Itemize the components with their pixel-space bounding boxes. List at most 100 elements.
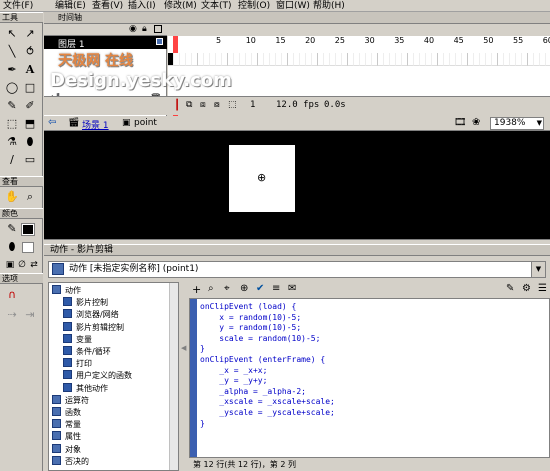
outline-icon[interactable] (154, 25, 162, 33)
menu-edit[interactable]: 编辑(E) (55, 0, 86, 12)
fill-color-swatch[interactable] (22, 242, 34, 253)
code-line: _y = _y+y; (200, 376, 268, 386)
modify-onion-markers-icon[interactable]: ⬚ (228, 100, 237, 110)
fill-color-icon[interactable]: ⬮ (4, 239, 20, 255)
ink-bottle-tool-icon[interactable]: ⚗ (4, 134, 20, 150)
onion-outline-icon[interactable]: ⧈ (200, 100, 206, 110)
stroke-color-icon[interactable]: ✎ (4, 221, 20, 237)
zoom-chevron-down-icon[interactable]: ▼ (537, 118, 542, 129)
menu-text[interactable]: 文本(T) (201, 0, 232, 12)
eyedropper-tool-icon[interactable]: ∕ (4, 152, 20, 168)
tree-item[interactable]: 对象 (52, 443, 81, 455)
view-options-icon[interactable]: ☰ (538, 283, 547, 294)
frame-cell[interactable] (546, 53, 550, 66)
replace-icon[interactable]: ⌖ (224, 283, 230, 294)
zoom-select[interactable]: 1938% ▼ (490, 117, 544, 130)
hand-tool-icon[interactable]: ✋ (4, 189, 20, 205)
code-line: } (200, 344, 205, 354)
reference-icon[interactable]: ⚙ (522, 283, 531, 294)
rectangle-tool-icon[interactable]: □ (22, 80, 38, 96)
tree-item[interactable]: 影片剪辑控制 (63, 321, 124, 333)
menu-view[interactable]: 查看(V) (92, 0, 123, 12)
book-icon (52, 419, 61, 429)
edit-multiple-frames-icon[interactable]: ⧇ (214, 100, 220, 110)
tree-item[interactable]: 变量 (63, 333, 92, 345)
line-tool-icon[interactable]: ╲ (4, 44, 20, 60)
tree-item[interactable]: 其他动作 (63, 382, 108, 394)
subselect-tool-icon[interactable]: ↗ (22, 26, 38, 42)
folder-book-icon (63, 321, 72, 331)
zoom-tool-icon[interactable]: ⌕ (22, 189, 38, 205)
scene-breadcrumb[interactable]: 场景 1 (82, 118, 109, 131)
pen-tool-icon[interactable]: ✒ (4, 62, 20, 78)
edit-scene-icon[interactable]: 🎞︎ (454, 117, 467, 128)
tree-item[interactable]: 常量 (52, 419, 81, 430)
tree-item[interactable]: 打印 (63, 358, 92, 369)
eye-icon[interactable]: ◉ (129, 24, 137, 34)
snap-magnet-icon[interactable]: ∩ (4, 287, 20, 303)
menu-window[interactable]: 窗口(W) (276, 0, 310, 12)
actions-target-select[interactable]: 动作 [未指定实例名称] (point1) ▼ (48, 261, 546, 278)
swap-colors-icon[interactable]: ⇄ (26, 257, 42, 273)
tree-item[interactable]: 用户定义的函数 (63, 370, 132, 381)
back-arrow-icon[interactable]: ⇦ (48, 117, 56, 128)
tree-item[interactable]: 条件/循环 (63, 346, 111, 357)
pencil-tool-icon[interactable]: ✎ (4, 98, 20, 114)
stage-canvas[interactable]: ⊕ (44, 131, 550, 239)
eraser-tool-icon[interactable]: ▭ (22, 152, 38, 168)
tree-item[interactable]: 运算符 (52, 394, 89, 406)
auto-format-icon[interactable]: ≡ (272, 283, 280, 294)
stage-white-area[interactable]: ⊕ (229, 145, 295, 212)
tree-item-label: 浏览器/网络 (76, 310, 119, 320)
tree-item[interactable]: 否决的 (52, 455, 89, 467)
oval-tool-icon[interactable]: ◯ (4, 80, 20, 96)
timeline-title[interactable]: 时间轴 (44, 12, 550, 24)
menu-insert[interactable]: 插入(I) (128, 0, 156, 12)
tree-item[interactable]: 浏览器/网络 (63, 309, 119, 320)
fill-transform-tool-icon[interactable]: ⬒ (22, 116, 38, 132)
add-statement-icon[interactable]: + (192, 283, 201, 296)
menu-help[interactable]: 帮助(H) (313, 0, 345, 12)
actions-toolbox-tree: 动作 影片控制浏览器/网络 影片剪辑控制 变量 条件/循环 打印 用户定义的函数其他动作 运算… (48, 282, 179, 471)
menu-modify[interactable]: 修改(M) (164, 0, 197, 12)
center-frame-icon[interactable]: ┃ (174, 100, 180, 111)
tree-item-label: 其他动作 (76, 383, 108, 393)
ruler-tick: 20 (305, 36, 316, 45)
paint-bucket-tool-icon[interactable]: ⬮ (22, 134, 38, 150)
target-chevron-down-icon[interactable]: ▼ (531, 262, 545, 277)
layer-row[interactable]: 图层 1 (44, 36, 167, 50)
tree-item[interactable]: 影片控制 (63, 297, 108, 308)
stroke-color-swatch[interactable] (21, 223, 35, 236)
smooth-option-icon[interactable]: ⇢ (4, 307, 20, 323)
actions-title-bar[interactable]: 动作 - 影片剪辑 (44, 244, 550, 256)
brush-tool-icon[interactable]: ✐ (22, 98, 38, 114)
ruler-tick: 40 (423, 36, 435, 45)
lock-icon[interactable]: 🔒︎ (142, 24, 147, 34)
debug-options-icon[interactable]: ✎ (506, 283, 514, 294)
code-hint-icon[interactable]: ✉ (288, 283, 296, 294)
tree-scrollbar[interactable] (169, 283, 178, 470)
collapse-toolbox-icon[interactable]: ◀ (181, 344, 186, 352)
find-icon[interactable]: ⌕ (208, 283, 214, 294)
onion-skin-icon[interactable]: ⧉ (186, 100, 192, 110)
arrow-tool-icon[interactable]: ↖ (4, 26, 20, 42)
script-editor[interactable]: onClipEvent (load) { x = random(10)-5; y… (189, 298, 550, 458)
menu-control[interactable]: 控制(O) (238, 0, 270, 12)
registration-point-icon[interactable]: ⊕ (257, 172, 266, 183)
tree-item[interactable]: 函数 (52, 407, 81, 418)
straighten-option-icon[interactable]: ⇥ (22, 307, 38, 323)
insert-target-path-icon[interactable]: ⊕ (240, 283, 248, 294)
free-transform-tool-icon[interactable]: ⬚ (4, 116, 20, 132)
menu-file[interactable]: 文件(F) (3, 0, 33, 12)
check-syntax-icon[interactable]: ✔ (256, 283, 264, 294)
tree-item[interactable]: 动作 (52, 285, 81, 296)
current-frame: 1 (250, 100, 256, 110)
text-tool-icon[interactable]: A (22, 62, 38, 78)
symbol-breadcrumb[interactable]: point (134, 118, 157, 128)
edit-symbols-icon[interactable]: ❀ (472, 117, 480, 128)
tree-item[interactable]: 属性 (52, 431, 81, 442)
lasso-tool-icon[interactable]: ⥀ (22, 44, 38, 60)
tree-item-label: 属性 (65, 432, 81, 442)
layer-name: 图层 1 (58, 40, 85, 50)
colors-section-label: 颜色 (0, 208, 43, 219)
